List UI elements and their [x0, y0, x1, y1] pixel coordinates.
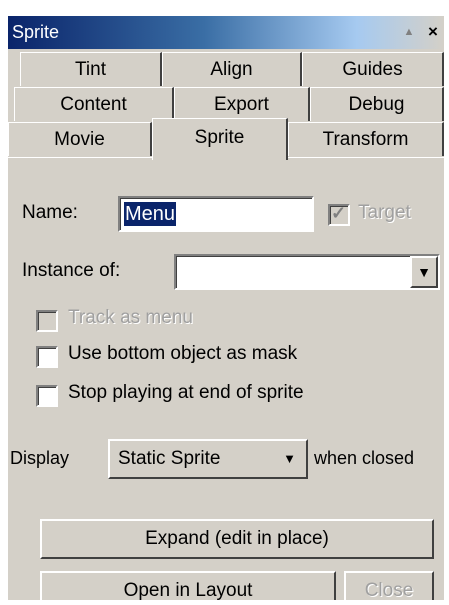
- stop-playing-checkbox[interactable]: [36, 385, 58, 407]
- target-label: Target: [358, 202, 411, 223]
- name-value: Menu: [124, 202, 177, 226]
- name-label: Name:: [22, 202, 78, 223]
- close-icon[interactable]: ×: [424, 22, 442, 42]
- instance-select[interactable]: ▼: [174, 254, 440, 290]
- window-title: Sprite: [12, 22, 60, 42]
- display-dropdown[interactable]: Static Sprite ▼: [108, 439, 308, 479]
- target-checkbox: ✓: [328, 203, 350, 226]
- close-button: Close: [344, 571, 434, 600]
- chevron-down-icon: ▼: [283, 451, 296, 466]
- collapse-icon[interactable]: ▲: [400, 22, 418, 42]
- use-bottom-mask-label[interactable]: Use bottom object as mask: [68, 343, 297, 365]
- tab-sprite[interactable]: Sprite: [152, 118, 288, 160]
- when-closed-label: when closed: [314, 448, 415, 468]
- name-field[interactable]: Menu: [118, 196, 314, 232]
- stop-playing-label[interactable]: Stop playing at end of sprite: [68, 382, 304, 404]
- track-menu-label: Track as menu: [68, 307, 193, 328]
- tab-content[interactable]: Content: [14, 87, 174, 121]
- tab-export[interactable]: Export: [174, 87, 310, 121]
- tab-debug[interactable]: Debug: [310, 87, 444, 121]
- open-in-layout-button[interactable]: Open in Layout: [40, 571, 336, 600]
- title-bar[interactable]: Sprite ▲ ×: [8, 16, 444, 49]
- tab-align[interactable]: Align: [162, 52, 302, 86]
- display-label: Display: [10, 448, 70, 468]
- track-menu-checkbox: [36, 310, 58, 332]
- tab-guides[interactable]: Guides: [302, 52, 444, 86]
- tab-movie[interactable]: Movie: [8, 122, 152, 156]
- display-value: Static Sprite: [118, 448, 221, 469]
- use-bottom-mask-checkbox[interactable]: [36, 346, 58, 368]
- expand-button[interactable]: Expand (edit in place): [40, 519, 434, 559]
- tab-transform[interactable]: Transform: [288, 122, 444, 156]
- chevron-down-icon[interactable]: ▼: [410, 256, 438, 288]
- checkmark-icon: ✓: [331, 203, 347, 223]
- sprite-panel: Sprite ▲ × Tint Align Guides Content Exp…: [8, 16, 444, 600]
- instance-label: Instance of:: [22, 260, 121, 281]
- tab-tint[interactable]: Tint: [20, 52, 162, 86]
